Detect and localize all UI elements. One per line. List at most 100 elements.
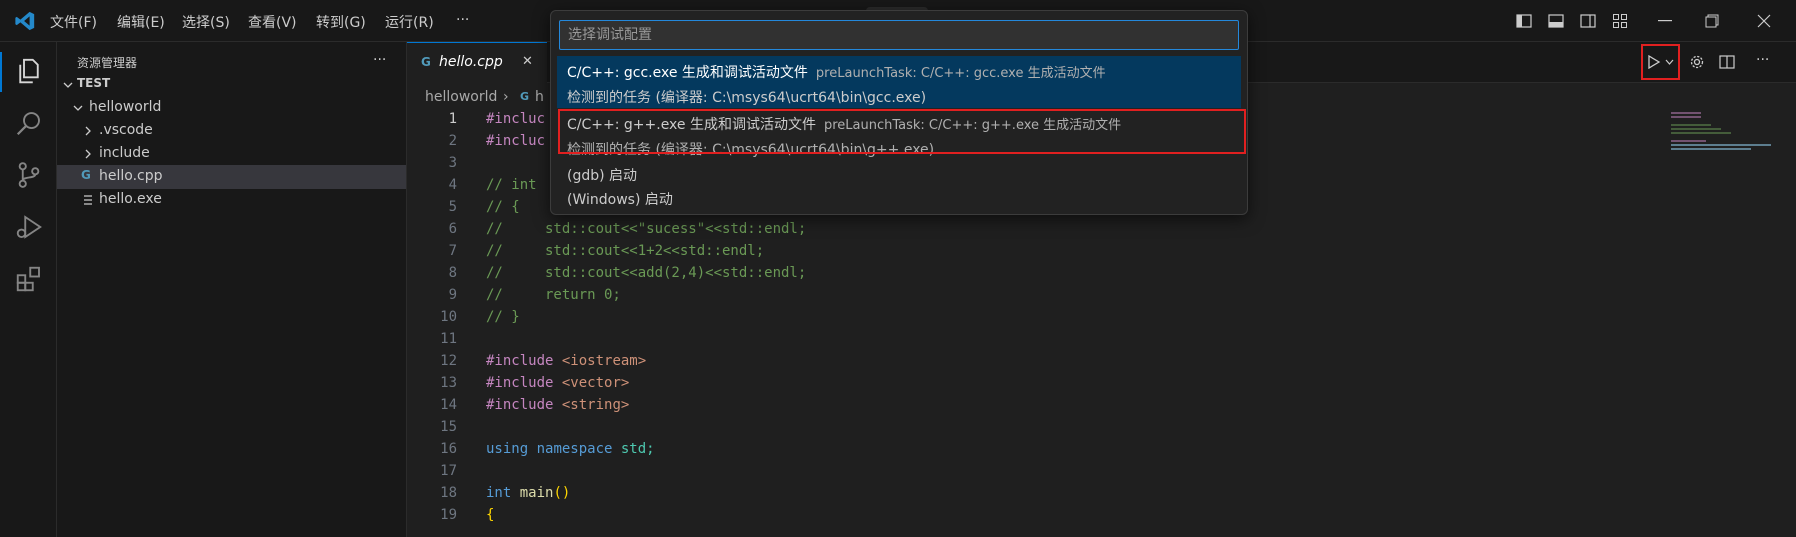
line-number: 12	[440, 353, 457, 369]
line-number: 7	[448, 243, 457, 259]
line-number: 15	[440, 419, 457, 435]
code-token: namespace	[528, 441, 613, 457]
option-detail: preLaunchTask: C/C++: gcc.exe 生成活动文件	[815, 66, 1106, 81]
menu-view[interactable]: 查看(V)	[248, 12, 297, 32]
tree-folder-label: helloworld	[89, 99, 162, 115]
line-number: 8	[448, 265, 457, 281]
breadcrumb-separator: ›	[503, 89, 509, 105]
tree-file-hello-exe[interactable]: hello.exe	[57, 188, 406, 212]
code-line: // int	[486, 177, 537, 193]
chevron-down-icon	[63, 82, 73, 88]
activity-bar	[0, 42, 57, 537]
sidebar-more-button[interactable]: ···	[373, 52, 386, 68]
more-actions-button[interactable]: ···	[1756, 52, 1769, 68]
customize-layout-icon[interactable]	[1612, 13, 1628, 29]
quick-pick-option-gcc[interactable]: C/C++: gcc.exe 生成和调试活动文件 preLaunchTask: C…	[557, 56, 1241, 108]
code-line: {	[486, 507, 495, 523]
toggle-sidebar-icon[interactable]	[1516, 13, 1532, 29]
tab-close-button[interactable]: ✕	[522, 54, 533, 69]
code-line: // return 0;	[486, 287, 621, 303]
code-token: <iostream>	[553, 353, 647, 369]
menu-run[interactable]: 运行(R)	[385, 12, 434, 32]
extensions-icon[interactable]	[14, 264, 44, 294]
option-title: C/C++: gcc.exe 生成和调试活动文件	[567, 65, 808, 81]
tree-root[interactable]: TEST	[57, 73, 406, 97]
tree-file-hello-cpp[interactable]: G hello.cpp	[57, 165, 406, 189]
run-debug-icon[interactable]	[14, 212, 44, 242]
line-number: 6	[448, 221, 457, 237]
code-token: #include	[486, 397, 554, 413]
code-token: main	[511, 485, 554, 501]
line-number: 5	[448, 199, 457, 215]
line-number: 19	[440, 507, 457, 523]
breadcrumb-file[interactable]: h	[535, 89, 544, 105]
tab-label: hello.cpp	[439, 54, 503, 70]
line-number: 3	[448, 155, 457, 171]
tree-folder-helloworld[interactable]: helloworld	[57, 96, 406, 120]
option-title: (Windows) 启动	[567, 192, 673, 208]
quick-pick-option-gdb[interactable]: (gdb) 启动	[557, 162, 1241, 186]
code-line: // {	[486, 199, 520, 215]
minimize-icon[interactable]	[1658, 20, 1672, 22]
tree-item-label: .vscode	[99, 122, 153, 138]
chevron-down-icon	[73, 105, 83, 111]
gear-icon[interactable]	[1689, 54, 1705, 70]
line-number: 16	[440, 441, 457, 457]
explorer-icon[interactable]	[14, 56, 44, 86]
menu-selection[interactable]: 选择(S)	[182, 12, 230, 32]
breadcrumb-folder[interactable]: helloworld	[425, 89, 497, 105]
code-line: // std::cout<<add(2,4)<<std::endl;	[486, 265, 807, 281]
option-title-line: C/C++: gcc.exe 生成和调试活动文件 preLaunchTask: C…	[567, 62, 1106, 82]
cpp-file-icon: G	[520, 90, 530, 103]
code-token: using	[486, 441, 529, 457]
minimap[interactable]	[1665, 110, 1775, 160]
tree-item-label: hello.exe	[99, 191, 162, 207]
line-number: 14	[440, 397, 457, 413]
quick-pick-input[interactable]	[559, 20, 1239, 50]
explorer-sidebar: 资源管理器 ··· TEST helloworld .vscode includ…	[57, 42, 407, 537]
line-number: 2	[448, 133, 457, 149]
menu-edit[interactable]: 编辑(E)	[117, 12, 165, 32]
toggle-secondary-sidebar-icon[interactable]	[1580, 13, 1596, 29]
menu-go[interactable]: 转到(G)	[316, 12, 366, 32]
restore-icon[interactable]	[1705, 14, 1719, 28]
search-icon[interactable]	[14, 108, 44, 138]
code-line: // }	[486, 309, 520, 325]
option-title: (gdb) 启动	[567, 168, 638, 184]
chevron-right-icon	[85, 149, 91, 159]
tab-hello-cpp[interactable]: G hello.cpp ✕	[407, 42, 547, 83]
vscode-logo-icon	[15, 11, 35, 31]
code-line: #include <vector>	[486, 375, 629, 391]
code-line: #incluc	[486, 133, 546, 149]
cpp-file-icon: G	[81, 168, 91, 182]
cpp-file-icon: G	[421, 55, 431, 69]
close-window-icon[interactable]	[1757, 14, 1771, 28]
run-button-highlight	[1641, 44, 1680, 80]
line-number: 10	[440, 309, 457, 325]
line-number: 17	[440, 463, 457, 479]
tree-item-label: include	[99, 145, 150, 161]
active-indicator	[0, 52, 2, 92]
code-line: using namespace std;	[486, 441, 655, 457]
toggle-panel-icon[interactable]	[1548, 13, 1564, 29]
line-number: 13	[440, 375, 457, 391]
quick-pick-option-windows[interactable]: (Windows) 启动	[557, 186, 1241, 210]
code-token: ()	[553, 485, 571, 501]
menu-file[interactable]: 文件(F)	[50, 12, 97, 32]
code-token: <vector>	[553, 375, 630, 391]
code-line: #include <iostream>	[486, 353, 646, 369]
tree-folder-include[interactable]: include	[57, 142, 406, 166]
tree-item-label: hello.cpp	[99, 168, 163, 184]
code-line: // std::cout<<1+2<<std::endl;	[486, 243, 765, 259]
menu-more[interactable]: ···	[456, 12, 469, 28]
tree-folder-vscode[interactable]: .vscode	[57, 119, 406, 143]
code-token: #include	[486, 375, 554, 391]
line-number: 4	[448, 177, 457, 193]
code-token: std;	[612, 441, 655, 457]
source-control-icon[interactable]	[14, 160, 44, 190]
line-number: 18	[440, 485, 457, 501]
chevron-right-icon	[85, 126, 91, 136]
split-editor-icon[interactable]	[1719, 54, 1735, 70]
file-icon	[84, 195, 92, 205]
sidebar-title: 资源管理器	[77, 56, 138, 70]
